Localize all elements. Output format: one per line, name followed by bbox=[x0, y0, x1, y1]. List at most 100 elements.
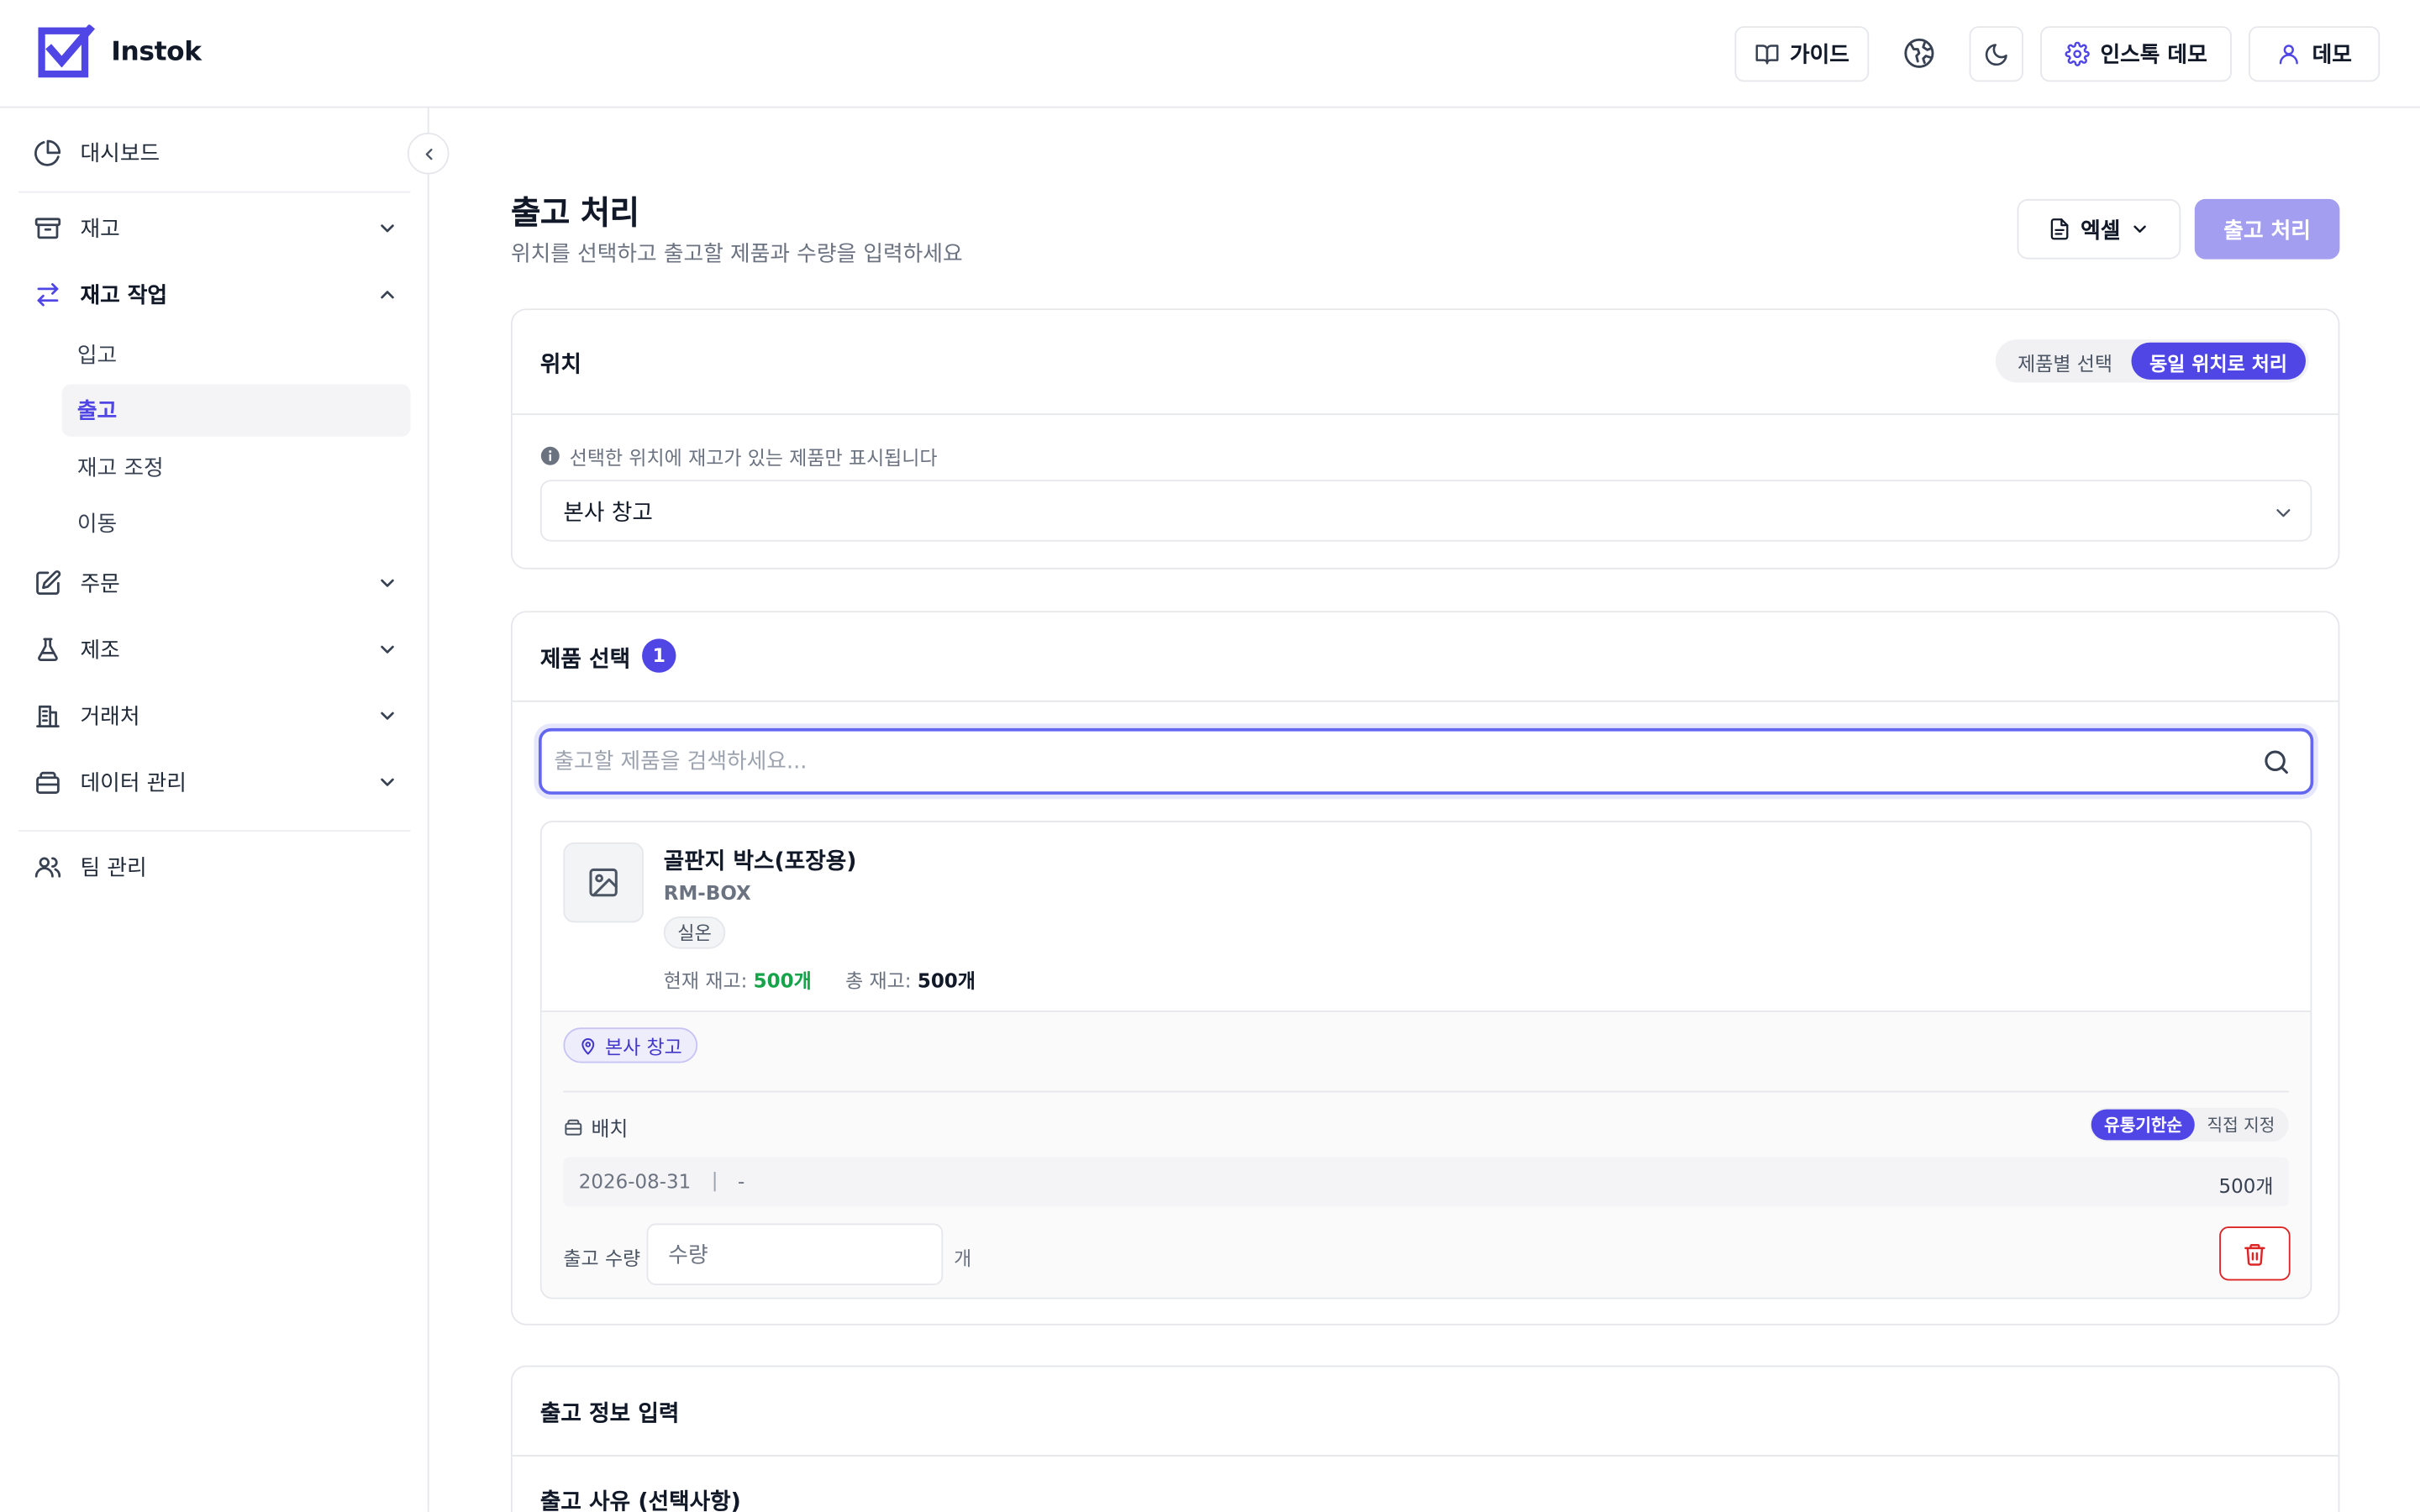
product-search-field[interactable] bbox=[539, 727, 2314, 795]
outbound-info-title: 출고 정보 입력 bbox=[539, 1402, 680, 1427]
sidebar-subitem-transfer[interactable]: 이동 bbox=[61, 496, 410, 549]
theme-toggle-button[interactable] bbox=[1969, 26, 2023, 82]
batch-expiry-date: 2026-08-31 bbox=[578, 1169, 692, 1193]
location-chip-label: 본사 창고 bbox=[604, 1035, 682, 1058]
product-search-input[interactable] bbox=[554, 745, 2237, 780]
sidebar-subitem-adjustment[interactable]: 재고 조정 bbox=[61, 441, 410, 493]
current-stock-value: 500개 bbox=[753, 969, 812, 992]
gear-icon bbox=[2065, 41, 2090, 66]
users-icon bbox=[34, 853, 61, 881]
brand-name: Instok bbox=[111, 37, 202, 68]
globe-icon[interactable] bbox=[1903, 37, 1936, 70]
book-icon bbox=[1754, 42, 1779, 66]
sidebar-item-label: 주문 bbox=[80, 572, 120, 597]
flask-icon bbox=[34, 636, 61, 664]
user-menu-label: 데모 bbox=[2312, 43, 2352, 68]
sidebar-item-label: 제조 bbox=[80, 638, 120, 664]
sidebar-item-team[interactable]: 팀 관리 bbox=[34, 844, 404, 890]
workspace-button-label: 인스톡 데모 bbox=[2100, 43, 2207, 68]
chevron-down-icon bbox=[376, 572, 398, 594]
trash-icon bbox=[2243, 1242, 2267, 1266]
sidebar-item-partners[interactable]: 거래처 bbox=[34, 693, 404, 739]
info-icon bbox=[540, 446, 560, 466]
product-card-header: 제품 선택 1 bbox=[512, 612, 2338, 702]
location-mode-toggle: 제품별 선택 동일 위치로 처리 bbox=[1996, 339, 2309, 383]
box-icon bbox=[563, 1117, 583, 1137]
guide-button[interactable]: 가이드 bbox=[1734, 26, 1870, 82]
total-stock-label: 총 재고: bbox=[845, 969, 912, 992]
batch-separator: | bbox=[711, 1168, 718, 1191]
excel-menu-button[interactable]: 엑셀 bbox=[2017, 198, 2181, 260]
location-select-value: 본사 창고 bbox=[563, 501, 653, 526]
sidebar-item-dashboard[interactable]: 대시보드 bbox=[34, 129, 404, 176]
sidebar-item-inventory[interactable]: 재고 bbox=[34, 205, 404, 251]
archive-icon bbox=[34, 214, 61, 242]
total-stock-value: 500개 bbox=[917, 969, 976, 992]
sidebar-item-label: 팀 관리 bbox=[80, 856, 147, 881]
sidebar-divider bbox=[18, 830, 411, 832]
product-stock-info: 현재 재고: 500개 총 재고: 500개 bbox=[664, 964, 976, 994]
batch-mode-toggle: 유통기한순 직접 지정 bbox=[2090, 1107, 2289, 1142]
storage-tag: 실온 bbox=[663, 916, 726, 949]
remove-product-button[interactable] bbox=[2219, 1226, 2291, 1281]
building-icon bbox=[34, 702, 61, 730]
batch-row[interactable]: 2026-08-31 | - 500개 bbox=[563, 1157, 2289, 1207]
product-card-title: 제품 선택 bbox=[539, 648, 631, 673]
user-icon bbox=[2276, 42, 2301, 66]
location-card: 위치 제품별 선택 동일 위치로 처리 선택한 위치에 재고가 있는 제품만 표… bbox=[510, 308, 2340, 570]
batch-lot-number: - bbox=[737, 1169, 745, 1193]
logo-check-icon bbox=[37, 24, 96, 80]
location-select[interactable]: 본사 창고 bbox=[539, 480, 2312, 542]
outbound-reason-label: 출고 사유 (선택사항) bbox=[539, 1490, 741, 1512]
workspace-button[interactable]: 인스톡 데모 bbox=[2040, 26, 2232, 82]
location-chip: 본사 창고 bbox=[563, 1027, 698, 1063]
app-root: Instok 가이드 인스톡 데모 데모 대시보드 재고 재고 작업 입고 출고… bbox=[0, 0, 2420, 1512]
sidebar-item-stock-operations[interactable]: 재고 작업 bbox=[34, 271, 404, 318]
chevron-up-icon bbox=[376, 284, 398, 306]
pie-chart-icon bbox=[34, 139, 61, 166]
chevron-left-icon bbox=[419, 144, 438, 163]
product-code: RM-BOX bbox=[663, 880, 751, 905]
product-name: 골판지 박스(포장용) bbox=[663, 850, 857, 875]
chevron-down-icon bbox=[376, 638, 398, 660]
toggle-option-manual[interactable]: 직접 지정 bbox=[2195, 1110, 2287, 1141]
outbound-qty-input[interactable] bbox=[668, 1240, 916, 1272]
sidebar-item-manufacturing[interactable]: 제조 bbox=[34, 627, 404, 673]
location-info: 선택한 위치에 재고가 있는 제품만 표시됩니다 bbox=[540, 441, 938, 470]
sidebar-item-data-management[interactable]: 데이터 관리 bbox=[34, 759, 404, 806]
batch-quantity: 500개 bbox=[2218, 1173, 2274, 1198]
file-icon bbox=[2049, 218, 2072, 241]
sidebar-item-label: 재고 bbox=[80, 217, 120, 243]
sidebar-subitem-outbound[interactable]: 출고 bbox=[61, 384, 411, 437]
toggle-option-fefo[interactable]: 유통기한순 bbox=[2091, 1109, 2195, 1141]
image-placeholder-icon bbox=[587, 865, 620, 899]
page-subtitle: 위치를 선택하고 출고할 제품과 수량을 입력하세요 bbox=[510, 242, 963, 267]
chevron-down-icon bbox=[2272, 501, 2296, 525]
guide-button-label: 가이드 bbox=[1789, 43, 1849, 68]
current-stock-label: 현재 재고: bbox=[663, 969, 748, 992]
excel-button-label: 엑셀 bbox=[2081, 218, 2121, 244]
moon-icon bbox=[1983, 41, 2009, 67]
edit-icon bbox=[34, 570, 61, 597]
brand[interactable]: Instok bbox=[37, 24, 202, 80]
location-card-title: 위치 bbox=[539, 353, 581, 378]
sidebar-item-label: 거래처 bbox=[80, 705, 140, 730]
chevron-down-icon bbox=[376, 218, 398, 239]
sidebar-collapse-button[interactable] bbox=[407, 132, 450, 175]
toggle-option-same-location[interactable]: 동일 위치로 처리 bbox=[2131, 342, 2307, 380]
search-icon[interactable] bbox=[2261, 747, 2292, 778]
sidebar-divider bbox=[18, 191, 411, 193]
database-icon bbox=[34, 769, 61, 796]
location-info-text: 선택한 위치에 재고가 있는 제품만 표시됩니다 bbox=[569, 445, 938, 470]
top-header: Instok 가이드 인스톡 데모 데모 bbox=[0, 0, 2420, 108]
user-menu-button[interactable]: 데모 bbox=[2249, 26, 2381, 82]
sidebar-subitem-inbound[interactable]: 입고 bbox=[61, 328, 410, 381]
toggle-option-per-product[interactable]: 제품별 선택 bbox=[1999, 343, 2131, 380]
product-thumbnail bbox=[563, 842, 644, 923]
arrows-swap-icon bbox=[34, 281, 61, 308]
batch-label-text: 배치 bbox=[591, 1118, 629, 1142]
outbound-qty-field[interactable] bbox=[646, 1223, 944, 1285]
outbound-qty-label: 출고 수량 bbox=[563, 1247, 641, 1270]
submit-outbound-button[interactable]: 출고 처리 bbox=[2194, 198, 2340, 260]
sidebar-item-orders[interactable]: 주문 bbox=[34, 560, 404, 606]
